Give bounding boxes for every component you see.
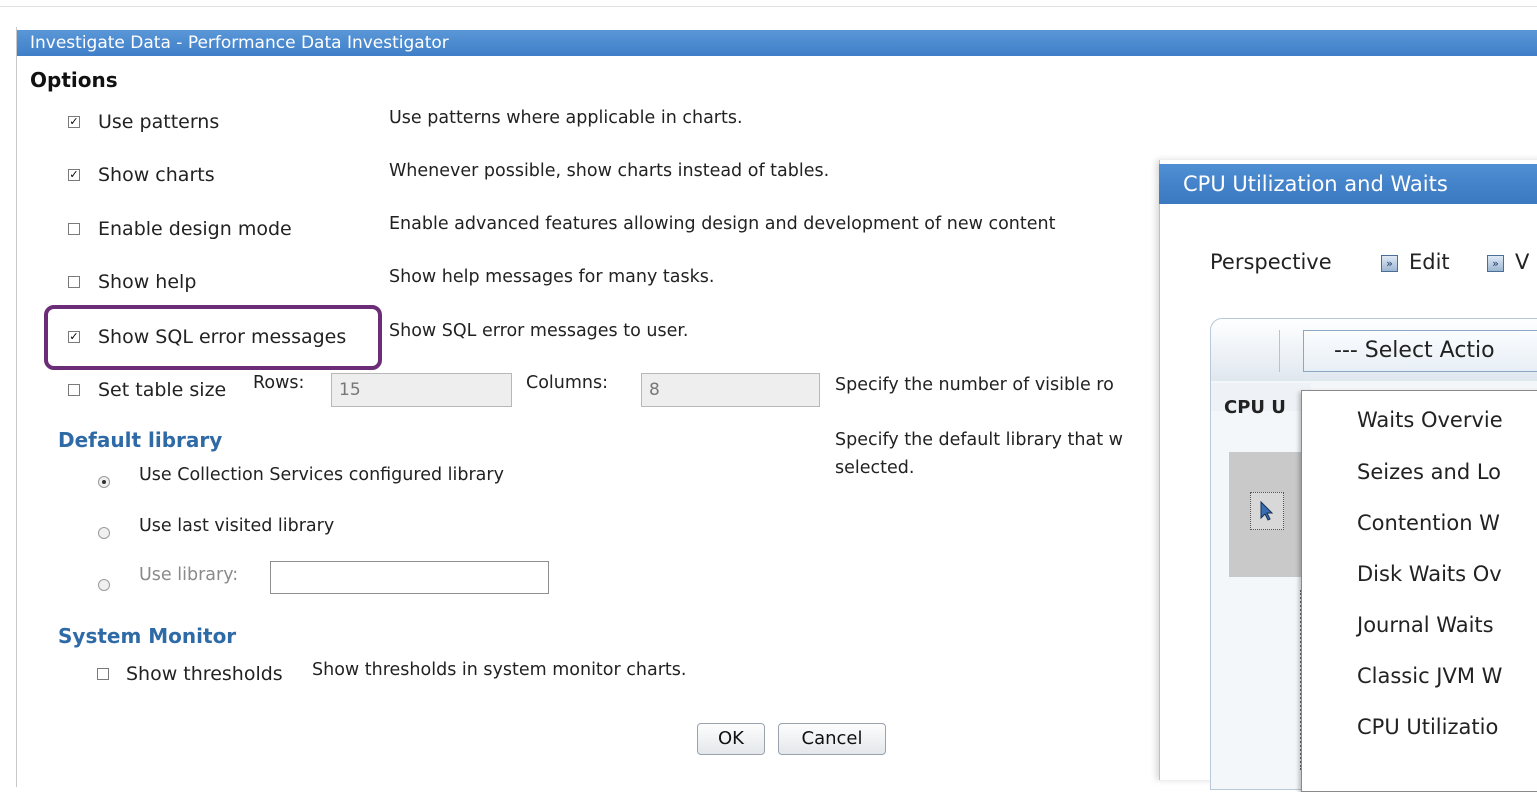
enable-design-mode-description: Enable advanced features allowing design… <box>389 214 1056 234</box>
panel-divider <box>1279 330 1280 372</box>
menu-item[interactable]: Classic JVM W <box>1357 664 1502 688</box>
edit-menu[interactable]: Edit <box>1409 250 1450 274</box>
show-thresholds-checkbox[interactable] <box>97 668 109 680</box>
use-library-radio[interactable] <box>98 579 110 591</box>
show-help-checkbox[interactable] <box>68 276 80 288</box>
use-last-visited-label[interactable]: Use last visited library <box>139 516 334 536</box>
cpu-utilization-title: CPU Utilization and Waits <box>1183 172 1448 196</box>
perspective-toolbar: Perspective <box>1210 250 1332 274</box>
enable-design-mode-checkbox[interactable] <box>68 223 80 235</box>
menu-item[interactable]: Journal Waits <box>1357 613 1494 637</box>
ok-button[interactable]: OK <box>697 723 765 755</box>
cpu-utilization-titlebar: CPU Utilization and Waits <box>1159 164 1537 204</box>
menu-item[interactable]: Disk Waits Ov <box>1357 562 1502 586</box>
checkbox-unchecked-icon <box>68 276 80 288</box>
menu-item[interactable]: Contention W <box>1357 511 1500 535</box>
default-library-heading: Default library <box>58 428 223 452</box>
window-titlebar: Investigate Data - Performance Data Inve… <box>17 30 1537 56</box>
select-action-dropdown[interactable]: --- Select Actio <box>1303 330 1537 372</box>
menu-item[interactable]: Seizes and Lo <box>1357 460 1501 484</box>
pointer-tool[interactable] <box>1250 492 1284 530</box>
menu-item[interactable]: Waits Overvie <box>1357 408 1503 432</box>
enable-design-mode-label[interactable]: Enable design mode <box>98 218 292 240</box>
default-library-description-line2: selected. <box>835 458 915 478</box>
set-table-size-checkbox[interactable] <box>68 384 80 396</box>
checkbox-unchecked-icon <box>68 223 80 235</box>
checkbox-checked-icon: ✓ <box>68 168 80 181</box>
window-title: Investigate Data - Performance Data Inve… <box>30 33 449 53</box>
use-library-label[interactable]: Use library: <box>139 565 238 585</box>
columns-label: Columns: <box>526 373 609 393</box>
library-name-input[interactable] <box>270 561 549 594</box>
show-charts-checkbox[interactable]: ✓ <box>68 169 80 181</box>
checkbox-unchecked-icon <box>68 384 80 396</box>
use-collection-services-label[interactable]: Use Collection Services configured libra… <box>139 465 504 485</box>
use-patterns-label[interactable]: Use patterns <box>98 111 219 133</box>
table-size-description: Specify the number of visible ro <box>835 375 1114 395</box>
cursor-arrow-icon <box>1260 500 1274 521</box>
menu-item[interactable]: CPU Utilizatio <box>1357 715 1498 739</box>
show-thresholds-description: Show thresholds in system monitor charts… <box>312 660 687 680</box>
use-patterns-checkbox[interactable]: ✓ <box>68 116 80 128</box>
checkbox-unchecked-icon <box>97 668 109 680</box>
use-collection-services-radio[interactable] <box>98 476 110 488</box>
show-thresholds-label[interactable]: Show thresholds <box>126 663 283 685</box>
show-help-description: Show help messages for many tasks. <box>389 267 715 287</box>
default-library-description-line1: Specify the default library that w <box>835 430 1123 450</box>
use-last-visited-radio[interactable] <box>98 527 110 539</box>
system-monitor-heading: System Monitor <box>58 624 237 648</box>
double-arrow-right-icon[interactable]: » <box>1487 255 1504 272</box>
panel-label: CPU U <box>1224 397 1286 418</box>
top-divider <box>0 6 1537 7</box>
set-table-size-label[interactable]: Set table size <box>98 379 226 401</box>
columns-input[interactable]: 8 <box>641 373 820 407</box>
rows-input[interactable]: 15 <box>331 373 512 407</box>
show-sql-error-messages-description: Show SQL error messages to user. <box>389 321 689 341</box>
double-arrow-right-icon[interactable]: » <box>1381 255 1398 272</box>
options-heading: Options <box>30 68 118 92</box>
show-help-label[interactable]: Show help <box>98 271 196 293</box>
view-menu[interactable]: V <box>1515 250 1529 274</box>
show-charts-description: Whenever possible, show charts instead o… <box>389 161 830 181</box>
show-charts-label[interactable]: Show charts <box>98 164 215 186</box>
highlight-annotation <box>44 305 382 370</box>
checkbox-checked-icon: ✓ <box>68 115 80 128</box>
perspective-menu[interactable]: Perspective <box>1210 250 1332 274</box>
rows-label: Rows: <box>253 373 305 393</box>
cancel-button[interactable]: Cancel <box>778 723 886 755</box>
use-patterns-description: Use patterns where applicable in charts. <box>389 108 743 128</box>
